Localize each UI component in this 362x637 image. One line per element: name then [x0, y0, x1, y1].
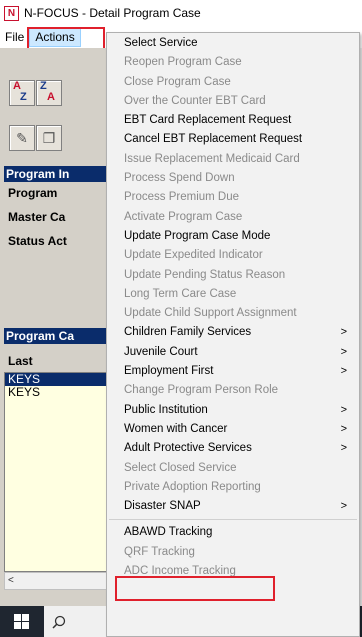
menu-item-adc-income-tracking: ADC Income Tracking: [107, 562, 359, 581]
document-copy-button[interactable]: ❐: [36, 125, 62, 151]
menu-item-label: EBT Card Replacement Request: [124, 114, 292, 127]
last-column-header: Last: [8, 354, 33, 368]
chevron-right-icon: >: [340, 365, 347, 378]
menu-item-label: Public Institution: [124, 403, 208, 416]
chevron-right-icon: >: [340, 403, 347, 416]
chevron-right-icon: >: [340, 500, 347, 513]
chevron-right-icon: >: [340, 345, 347, 358]
menu-item-long-term-care-case: Long Term Care Case: [107, 285, 359, 304]
menu-item-update-expedited-indicator: Update Expedited Indicator: [107, 246, 359, 265]
menu-item-label: Change Program Person Role: [124, 384, 279, 397]
menu-item-label: Select Closed Service: [124, 461, 237, 474]
start-button[interactable]: [0, 606, 42, 637]
menu-item-private-adoption-reporting: Private Adoption Reporting: [107, 478, 359, 497]
menu-item-public-institution[interactable]: Public Institution >: [107, 401, 359, 420]
menu-item-label: Select Service: [124, 37, 198, 49]
window-title: N-FOCUS - Detail Program Case: [24, 6, 201, 20]
menu-item-label: Over the Counter EBT Card: [124, 94, 266, 107]
chevron-right-icon: >: [340, 422, 347, 435]
menu-item-label: Private Adoption Reporting: [124, 480, 261, 493]
menu-item-label: Employment First: [124, 365, 214, 378]
title-bar: N N-FOCUS - Detail Program Case: [0, 0, 362, 27]
windows-logo-icon: [13, 614, 29, 629]
document-edit-button[interactable]: ✎: [9, 125, 35, 151]
menu-item-label: Reopen Program Case: [124, 56, 242, 69]
document-copy-icon: ❐: [42, 130, 56, 146]
document-edit-icon: ✎: [16, 130, 28, 146]
program-label: Program: [8, 186, 58, 200]
menu-item-change-program-person-role: Change Program Person Role: [107, 381, 359, 400]
menu-item-qrf-tracking: QRF Tracking: [107, 543, 359, 562]
chevron-right-icon: >: [340, 326, 347, 339]
menu-item-label: QRF Tracking: [124, 545, 195, 558]
search-icon: [52, 615, 66, 629]
menu-item-children-family-services[interactable]: Children Family Services >: [107, 323, 359, 342]
menu-item-abawd-tracking[interactable]: ABAWD Tracking: [107, 523, 359, 542]
master-case-label: Master Ca: [8, 210, 66, 224]
menu-item-label: Update Expedited Indicator: [124, 249, 263, 262]
chevron-right-icon: >: [340, 442, 347, 455]
menu-item-disaster-snap[interactable]: Disaster SNAP >: [107, 497, 359, 516]
menu-item-women-with-cancer[interactable]: Women with Cancer >: [107, 420, 359, 439]
menu-separator: [109, 519, 357, 521]
menu-item-label: Update Program Case Mode: [124, 229, 271, 242]
menu-item-select-service[interactable]: Select Service: [107, 34, 359, 53]
menu-item-employment-first[interactable]: Employment First >: [107, 362, 359, 381]
menu-item-update-child-support-assignment: Update Child Support Assignment: [107, 304, 359, 323]
menu-item-cancel-ebt-replacement-request[interactable]: Cancel EBT Replacement Request: [107, 130, 359, 149]
scroll-left-icon[interactable]: <: [8, 575, 14, 586]
menu-item-reopen-program-case: Reopen Program Case: [107, 53, 359, 72]
program-case-header: Program Ca: [4, 328, 110, 344]
menu-item-label: Cancel EBT Replacement Request: [124, 133, 303, 146]
menu-item-juvenile-court[interactable]: Juvenile Court >: [107, 343, 359, 362]
sort-descending-button[interactable]: Z A: [36, 80, 62, 106]
menu-item-label: Women with Cancer: [124, 422, 228, 435]
program-case-grid[interactable]: KEYS KEYS: [4, 372, 110, 572]
menu-item-issue-replacement-medicaid-card: Issue Replacement Medicaid Card: [107, 150, 359, 169]
table-row[interactable]: KEYS: [5, 386, 109, 399]
menu-item-update-program-case-mode[interactable]: Update Program Case Mode: [107, 227, 359, 246]
menu-item-update-pending-status-reason: Update Pending Status Reason: [107, 266, 359, 285]
status-label: Status Act: [8, 234, 67, 248]
menu-item-label: Update Child Support Assignment: [124, 307, 297, 320]
menu-item-label: Adult Protective Services: [124, 442, 252, 455]
menu-item-process-spend-down: Process Spend Down: [107, 169, 359, 188]
sort-asc-bottom: Z: [20, 91, 27, 103]
sort-ascending-button[interactable]: A Z: [9, 80, 35, 106]
menu-item-label: ABAWD Tracking: [124, 526, 213, 539]
menu-item-label: Disaster SNAP: [124, 500, 201, 513]
menu-item-label: Activate Program Case: [124, 210, 243, 223]
menu-item-label: Process Premium Due: [124, 191, 240, 204]
menu-item-select-closed-service: Select Closed Service: [107, 459, 359, 478]
menu-item-label: Juvenile Court: [124, 345, 198, 358]
menu-item-label: ADC Income Tracking: [124, 565, 236, 578]
horizontal-scrollbar[interactable]: <: [4, 572, 113, 590]
menu-item-label: Close Program Case: [124, 75, 231, 88]
menu-item-label: Update Pending Status Reason: [124, 268, 286, 281]
menu-item-process-premium-due: Process Premium Due: [107, 188, 359, 207]
sort-desc-bottom: A: [47, 91, 55, 103]
menu-actions[interactable]: Actions: [29, 27, 81, 47]
menu-item-close-program-case: Close Program Case: [107, 73, 359, 92]
actions-menu-list: Select Service Reopen Program Case Close P…: [107, 34, 359, 516]
app-logo-icon: N: [4, 5, 19, 21]
menu-item-label: Process Spend Down: [124, 172, 235, 185]
actions-menu: Select Service Reopen Program Case Close P…: [106, 32, 360, 637]
taskbar-search[interactable]: [44, 606, 106, 637]
menu-file[interactable]: File: [0, 27, 29, 47]
menu-item-activate-program-case: Activate Program Case: [107, 208, 359, 227]
program-info-header: Program In: [4, 166, 110, 182]
menu-item-ebt-card-replacement-request[interactable]: EBT Card Replacement Request: [107, 111, 359, 130]
menu-item-label: Issue Replacement Medicaid Card: [124, 152, 300, 165]
menu-item-over-the-counter-ebt-card: Over the Counter EBT Card: [107, 92, 359, 111]
menu-item-label: Long Term Care Case: [124, 287, 237, 300]
actions-menu-list-tracking: ABAWD Tracking QRF Tracking ADC Income Tra…: [107, 523, 359, 581]
menu-item-adult-protective-services[interactable]: Adult Protective Services >: [107, 439, 359, 458]
menu-item-label: Children Family Services: [124, 326, 252, 339]
